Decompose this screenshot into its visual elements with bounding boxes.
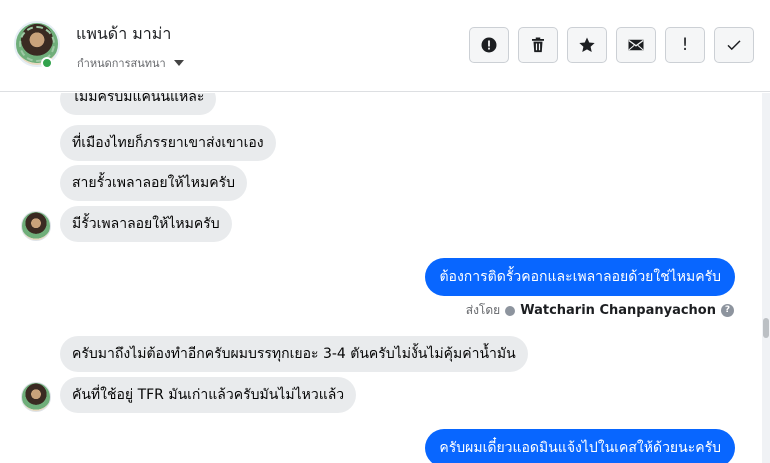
scrollbar-thumb[interactable] [763, 318, 769, 338]
outgoing-message[interactable]: ครับผมเดี๋ยวแอดมินแจ้งไปในเคสให้ด้วยนะคร… [425, 429, 735, 463]
help-icon[interactable]: ? [721, 304, 734, 317]
sent-by-label: ส่งโดย [465, 303, 501, 317]
caret-down-icon [173, 60, 184, 66]
online-status-badge [41, 57, 53, 69]
star-button[interactable] [567, 27, 607, 63]
sender-name[interactable]: Watcharin Chanpanyachon [520, 303, 716, 318]
sent-by-info: ส่งโดย Watcharin Chanpanyachon ? [466, 301, 734, 320]
incoming-message[interactable]: ครับมาถึงไม่ต้องทำอีกครับผมบรรทุกเยอะ 3-… [60, 336, 528, 372]
incoming-message[interactable]: สายรั้วเพลาลอยให้ไหมครับ [60, 165, 247, 201]
delete-button[interactable] [518, 27, 558, 63]
mark-unread-button[interactable] [616, 27, 656, 63]
conversation-actions: ! [469, 27, 754, 63]
sender-avatar[interactable] [21, 382, 51, 412]
incoming-message[interactable]: มีรั้วเพลาลอยให้ไหมครับ [60, 206, 232, 242]
star-icon [579, 37, 595, 53]
spam-alert-icon [481, 37, 497, 53]
incoming-message[interactable]: ไม่มีครับมีแค่นั้นแหละ [60, 93, 217, 115]
conversation-header: แพนด้า มาม่า กำหนดการสนทนา ! [0, 0, 770, 92]
sender-avatar[interactable] [21, 211, 51, 241]
contact-avatar[interactable] [14, 21, 60, 67]
thread-scrollbar[interactable] [762, 93, 770, 463]
assign-conversation-label: กำหนดการสนทนา [77, 57, 166, 70]
verified-icon [505, 305, 516, 316]
follow-up-button[interactable]: ! [665, 27, 705, 63]
incoming-message[interactable]: คันที่ใช้อยู่ TFR มันเก่าแล้วครับมันไม่ไ… [60, 377, 357, 413]
mark-done-button[interactable] [714, 27, 754, 63]
follow-up-icon: ! [681, 35, 689, 55]
incoming-message[interactable]: ที่เมืองไทยก็ภรรยาเขาส่งเขาเอง [60, 125, 276, 161]
trash-icon [532, 37, 544, 53]
message-thread[interactable]: ไม่มีครับมีแค่นั้นแหละ ที่เมืองไทยก็ภรรย… [0, 93, 762, 463]
envelope-icon [628, 39, 644, 51]
outgoing-message[interactable]: ต้องการติดรั้วคอกและเพลาลอยด้วยใช่ไหมครั… [425, 258, 735, 296]
checkmark-icon [727, 40, 741, 51]
assign-conversation-dropdown[interactable]: กำหนดการสนทนา [77, 54, 184, 72]
mark-spam-button[interactable] [469, 27, 509, 63]
contact-name[interactable]: แพนด้า มาม่า [76, 22, 171, 47]
